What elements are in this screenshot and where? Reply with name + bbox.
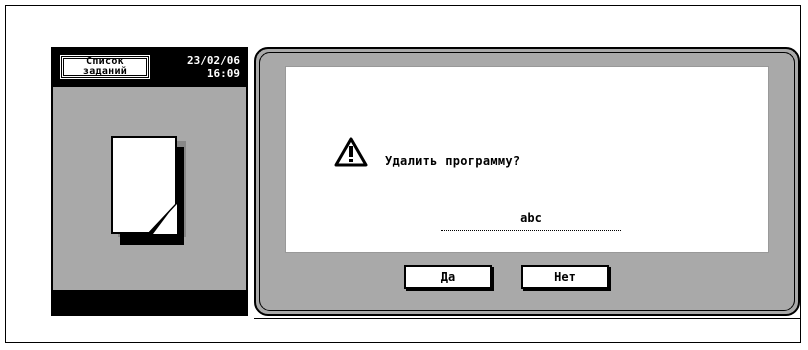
program-name: abc [520, 211, 542, 225]
delete-program-message: Удалить программу? [385, 154, 521, 168]
job-list-label-line2: заданий [82, 66, 128, 77]
job-list-button[interactable]: Список заданий [60, 55, 150, 79]
warning-triangle-icon [334, 137, 368, 167]
confirm-dialog: Удалить программу? abc Да Нет [254, 47, 800, 316]
time-text: 16:09 [206, 67, 240, 80]
date-text: 23/02/06 [187, 54, 240, 67]
left-header-bar: Список заданий 23/02/06 16:09 [53, 49, 246, 87]
datetime-display: 23/02/06 16:09 [187, 54, 240, 80]
program-name-underline [441, 230, 621, 231]
yes-button[interactable]: Да [404, 265, 492, 289]
left-footer-bar [53, 290, 246, 314]
message-box: Удалить программу? abc [285, 66, 769, 253]
dialog-underline [254, 318, 800, 319]
no-button[interactable]: Нет [521, 265, 609, 289]
